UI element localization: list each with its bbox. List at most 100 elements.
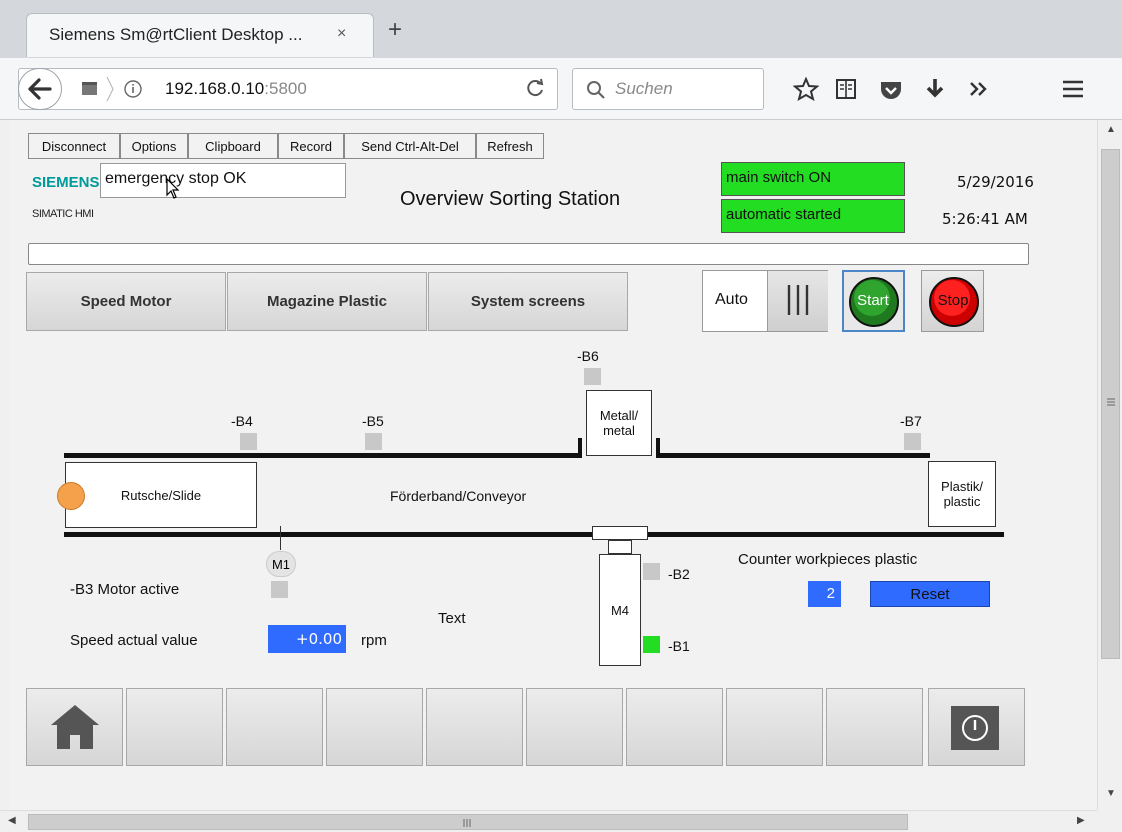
grip-icon [1107,398,1115,406]
back-button[interactable] [18,68,62,110]
conveyor-bottom-belt [64,532,1004,537]
function-key-5[interactable] [426,688,523,766]
scroll-right-icon[interactable]: ▶ [1077,815,1085,826]
function-key-4[interactable] [326,688,423,766]
b3-motor-active-label: -B3 Motor active [70,581,180,598]
reading-list-icon[interactable] [835,77,857,101]
sensor-b5-label: -B5 [362,413,384,429]
metal-gate-right [656,438,660,458]
url-bar[interactable]: 192.168.0.10:5800 [18,68,558,110]
system-screens-button[interactable]: System screens [428,272,628,331]
grip-h-icon [463,819,471,827]
power-icon [951,706,999,750]
vnc-clipboard-button[interactable]: Clipboard [188,133,278,159]
sensor-b2-label: -B2 [668,566,690,582]
function-key-7[interactable] [626,688,723,766]
main-switch-status: main switch ON [721,162,905,196]
speed-actual-label: Speed actual value [70,632,198,649]
stop-label: Stop [937,292,969,309]
tab-title: Siemens Sm@rtClient Desktop ... [49,25,303,44]
vertical-scroll-thumb[interactable] [1101,149,1120,659]
sensor-b6-indicator [584,368,601,385]
conveyor-label: Förderband/Conveyor [390,488,527,504]
conveyor-top-belt-left [64,453,582,458]
sensor-b7-indicator [904,433,921,450]
scroll-down-icon[interactable]: ▼ [1106,788,1116,799]
m4-cylinder: M4 [599,554,641,666]
browser-tab[interactable]: Siemens Sm@rtClient Desktop ... × [26,13,374,57]
vnc-disconnect-button[interactable]: Disconnect [28,133,120,159]
vnc-refresh-button[interactable]: Refresh [476,133,544,159]
function-key-3[interactable] [226,688,323,766]
url-host: 192.168.0.10 [165,79,265,98]
automatic-status: automatic started [721,199,905,233]
function-key-6[interactable] [526,688,623,766]
sensor-b2-indicator [643,563,660,580]
speed-unit: rpm [361,632,387,649]
hmi-time: 5:26:41 AM [942,210,1028,228]
sensor-b7-label: -B7 [900,413,922,429]
start-button[interactable]: Start [842,270,905,332]
counter-label: Counter workpieces plastic [738,551,918,568]
info-icon[interactable] [123,79,143,99]
search-bar[interactable]: Suchen [572,68,764,110]
chevron-right-icon [106,76,114,102]
url-text: 192.168.0.10:5800 [165,79,307,99]
scroll-up-icon[interactable]: ▲ [1106,124,1116,135]
m4-pusher-head [592,526,648,540]
conveyor-top-belt-right [656,453,930,458]
message-bar [28,243,1029,265]
metal-gate-left [578,438,582,458]
mode-toggle-button[interactable] [767,271,828,331]
mouse-cursor-icon [166,178,180,199]
vnc-record-button[interactable]: Record [278,133,344,159]
function-key-8[interactable] [726,688,823,766]
power-button[interactable] [928,688,1025,766]
page-icon [82,82,97,95]
m1-shaft [280,526,281,550]
reset-button[interactable]: Reset [870,581,990,607]
vnc-ctrl-alt-del-button[interactable]: Send Ctrl-Alt-Del [344,133,476,159]
hmi-date: 5/29/2016 [957,173,1034,191]
stop-button[interactable]: Stop [921,270,984,332]
horizontal-scrollbar[interactable]: ◀ ▶ [0,810,1097,832]
mode-selector[interactable]: Auto [702,270,828,332]
download-icon[interactable] [924,76,946,102]
speed-motor-button[interactable]: Speed Motor [26,272,226,331]
function-key-9[interactable] [826,688,923,766]
browser-titlebar: Siemens Sm@rtClient Desktop ... × + [0,0,1122,58]
m4-rod [608,540,632,554]
power-icon-glyph [962,715,988,741]
plastic-bin: Plastik/ plastic [928,461,996,527]
home-icon [51,705,99,749]
overflow-chevron-icon[interactable] [968,80,990,98]
search-icon [587,81,605,99]
menu-icon[interactable] [1060,78,1086,100]
magazine-plastic-button[interactable]: Magazine Plastic [227,272,427,331]
vnc-options-button[interactable]: Options [120,133,188,159]
pocket-icon[interactable] [879,79,903,101]
sensor-b1-indicator [643,636,660,653]
bookmark-star-icon[interactable] [793,77,819,101]
start-label: Start [857,292,889,309]
alarm-line: emergency stop OK [100,163,346,198]
scroll-left-icon[interactable]: ◀ [8,815,16,826]
browser-toolbar: 192.168.0.10:5800 Suchen [0,58,1122,120]
b3-indicator [271,581,288,598]
speed-actual-value: +0.00 [268,625,346,653]
back-arrow-icon [28,78,52,100]
simatic-hmi-label: SIMATIC HMI [32,208,94,220]
sensor-b5-indicator [365,433,382,450]
text-field-placeholder: Text [438,610,466,627]
function-key-2[interactable] [126,688,223,766]
tab-close-icon[interactable]: × [337,25,346,43]
page-viewport: Disconnect Options Clipboard Record Send… [10,120,1097,810]
bars-icon [787,285,809,315]
new-tab-icon[interactable]: + [388,16,402,44]
mode-label: Auto [715,291,748,308]
reload-icon[interactable] [526,77,546,99]
horizontal-scroll-thumb[interactable] [28,814,908,830]
vertical-scrollbar[interactable]: ▲ ▼ [1097,120,1122,810]
home-button[interactable] [26,688,123,766]
slide-box: Rutsche/Slide [65,462,257,528]
